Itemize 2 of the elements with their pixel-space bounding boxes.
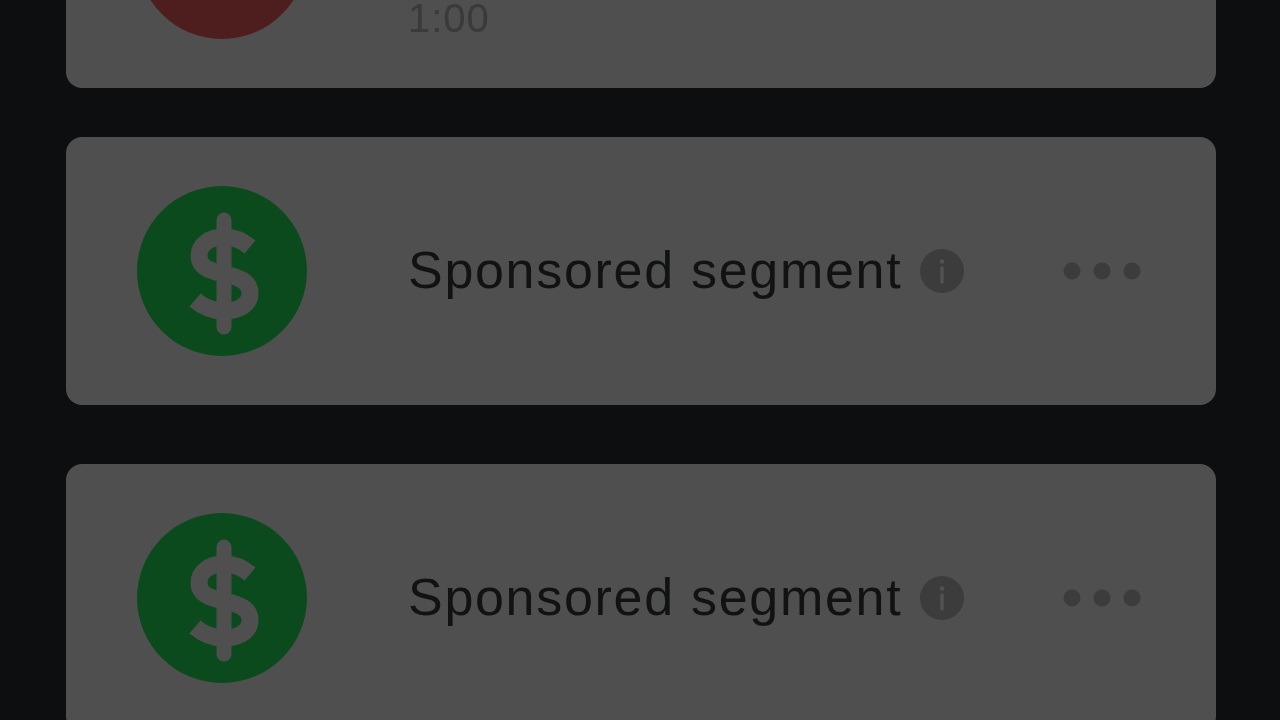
segment-title: Sponsored segment (408, 241, 903, 301)
segment-title: Sponsored segment (408, 568, 903, 628)
